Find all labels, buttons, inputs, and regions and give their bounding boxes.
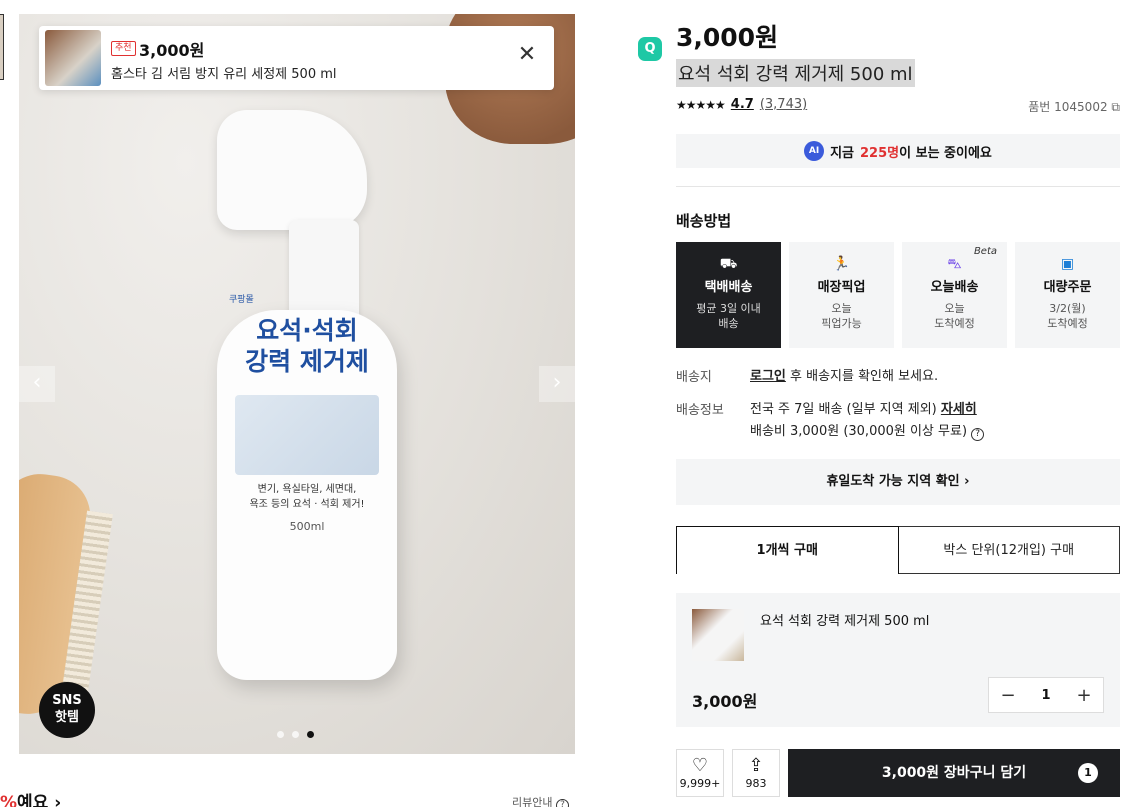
cart-count-badge: 1 <box>1078 763 1098 783</box>
box-icon: ▣ <box>1060 256 1075 272</box>
share-icon: ⇪ <box>748 755 764 776</box>
help-icon: ? <box>555 799 569 807</box>
review-guide-link[interactable]: 리뷰안내 ? <box>512 794 569 807</box>
minus-icon[interactable]: − <box>989 685 1027 706</box>
recommended-product-card[interactable]: 추천 3,000원 홈스타 김 서림 방지 유리 세정제 500 ml ✕ <box>39 26 554 90</box>
scooter-icon: ⛍ <box>947 256 962 272</box>
recommended-product-thumbnail <box>45 30 101 86</box>
product-sku[interactable]: 품번 1045002 ⧉ <box>1028 98 1120 115</box>
brush-decoration <box>19 468 96 720</box>
copy-icon[interactable]: ⧉ <box>1111 100 1120 114</box>
recommend-badge: 추천 <box>111 41 136 56</box>
review-count[interactable]: (3,743) <box>760 97 807 112</box>
pagination-dot-active[interactable] <box>307 731 314 738</box>
viewing-now-banner: AI 지금 225명이 보는 중이에요 <box>676 134 1120 168</box>
chevron-right-icon: › <box>964 474 970 489</box>
add-to-cart-button[interactable]: 3,000원 장바구니 담기 1 <box>788 749 1120 797</box>
shipping-options: ⛟ 택배배송 평균 3일 이내 배송 🏃 매장픽업 오늘 픽업가능 Beta ⛍ 오… <box>676 242 1120 348</box>
rating-score[interactable]: 4.7 <box>731 97 754 112</box>
tab-box[interactable]: 박스 단위(12개입) 구매 <box>898 526 1120 574</box>
beta-badge: Beta <box>973 246 997 257</box>
section-heading[interactable]: %예요 › <box>0 788 61 807</box>
shipping-option-store-pickup[interactable]: 🏃 매장픽업 오늘 픽업가능 <box>789 242 894 348</box>
bottle-label-photo <box>235 395 379 475</box>
truck-icon: ⛟ <box>719 256 738 272</box>
pagination-dot[interactable] <box>292 731 299 738</box>
selected-option-box: 요석 석회 강력 제거제 500 ml 3,000원 − 1 + <box>676 593 1120 727</box>
gallery-pagination <box>277 731 314 738</box>
product-price: 3,000원 <box>676 23 779 52</box>
pagination-dot[interactable] <box>277 731 284 738</box>
heart-icon: ♡ <box>691 755 709 776</box>
product-rating[interactable]: ★★★★★ 4.7 (3,743) <box>676 97 807 112</box>
product-title: 요석 석회 강력 제거제 500 ml <box>676 59 915 87</box>
selected-product-name: 요석 석회 강력 제거제 500 ml <box>760 614 930 629</box>
ai-icon: AI <box>804 141 825 161</box>
divider <box>676 186 1120 187</box>
purchase-unit-tabs: 1개씩 구매 박스 단위(12개입) 구매 <box>676 526 1120 574</box>
holiday-delivery-check-button[interactable]: 휴일도착 가능 지역 확인 › <box>676 459 1120 505</box>
sns-hot-item-badge: SNS 핫템 <box>39 682 95 738</box>
help-icon[interactable]: ? <box>971 428 985 441</box>
product-bottle-image: 쿠팡몰 요석·석회 강력 제거제 변기, 욕실타일, 세면대, 욕조 등의 요석… <box>217 110 397 690</box>
shipping-heading: 배송방법 <box>676 212 732 230</box>
close-icon[interactable]: ✕ <box>516 44 538 66</box>
quantity-value[interactable]: 1 <box>1027 688 1065 703</box>
product-image-gallery: 쿠팡몰 요석·석회 강력 제거제 변기, 욕실타일, 세면대, 욕조 등의 요석… <box>19 14 575 754</box>
wishlist-button[interactable]: ♡ 9,999+ <box>676 749 724 797</box>
selected-product-thumbnail <box>692 609 744 661</box>
shipping-info-row: 배송정보 전국 주 7일 배송 (일부 지역 제외) 자세히 배송비 3,000… <box>676 399 985 443</box>
gallery-next-button[interactable]: › <box>539 366 575 402</box>
quantity-stepper[interactable]: − 1 + <box>988 677 1104 713</box>
gallery-thumbnail[interactable] <box>0 14 4 80</box>
plus-icon[interactable]: + <box>1065 685 1103 706</box>
share-button[interactable]: ⇪ 983 <box>732 749 780 797</box>
star-rating-icon: ★★★★★ <box>676 97 726 112</box>
bottle-brand: 쿠팡몰 <box>229 295 254 305</box>
shipping-option-today[interactable]: Beta ⛍ 오늘배송 오늘 도착예정 <box>902 242 1007 348</box>
gallery-prev-button[interactable]: ‹ <box>19 366 55 402</box>
recommended-price: 3,000원 <box>139 41 205 60</box>
chevron-right-icon: › <box>54 793 62 807</box>
shipping-option-bulk[interactable]: ▣ 대량주문 3/2(월) 도착예정 <box>1015 242 1120 348</box>
destination-row: 배송지 로그인 후 배송지를 확인해 보세요. <box>676 369 939 385</box>
shipping-option-parcel[interactable]: ⛟ 택배배송 평균 3일 이내 배송 <box>676 242 781 348</box>
bottle-title: 요석·석회 강력 제거제 <box>245 316 369 377</box>
login-link[interactable]: 로그인 <box>750 369 786 384</box>
bottle-volume: 500ml <box>289 520 325 533</box>
details-link[interactable]: 자세히 <box>941 402 977 417</box>
recommended-name: 홈스타 김 서림 방지 유리 세정제 500 ml <box>111 67 337 82</box>
selected-product-price: 3,000원 <box>692 692 758 711</box>
action-bar: ♡ 9,999+ ⇪ 983 3,000원 장바구니 담기 1 <box>676 749 1120 797</box>
bottle-description: 변기, 욕실타일, 세면대, 욕조 등의 요석 · 석회 제거! <box>249 484 365 510</box>
tab-single[interactable]: 1개씩 구매 <box>676 526 899 574</box>
search-logo-icon[interactable]: Q <box>638 37 662 61</box>
runner-icon: 🏃 <box>832 256 851 272</box>
